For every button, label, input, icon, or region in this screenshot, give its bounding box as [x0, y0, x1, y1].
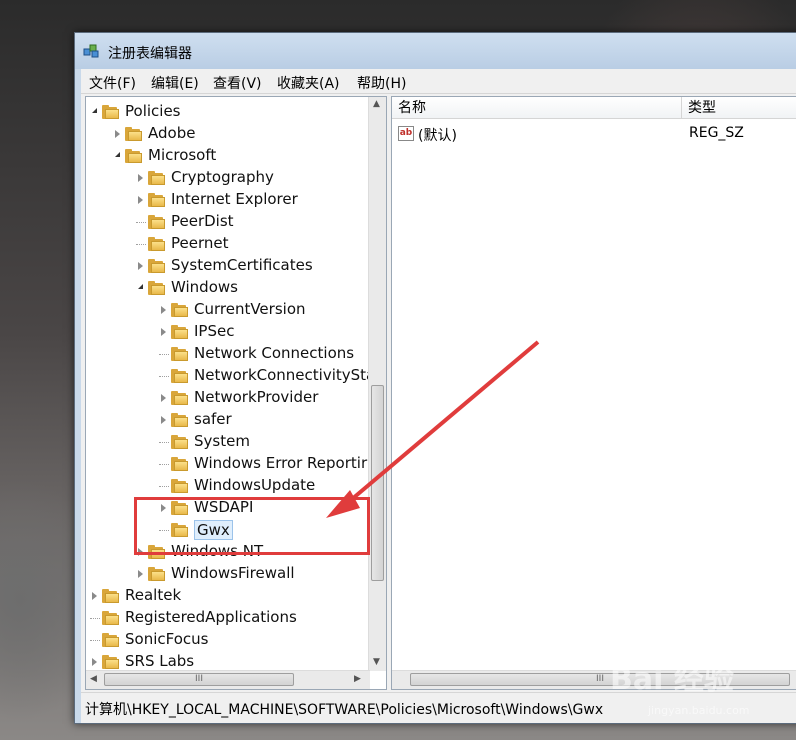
annotation-arrow-icon [326, 340, 540, 518]
watermark-logo: Bai 经验 [610, 662, 734, 697]
watermark-url: jingyan.baidu.com [648, 704, 750, 717]
